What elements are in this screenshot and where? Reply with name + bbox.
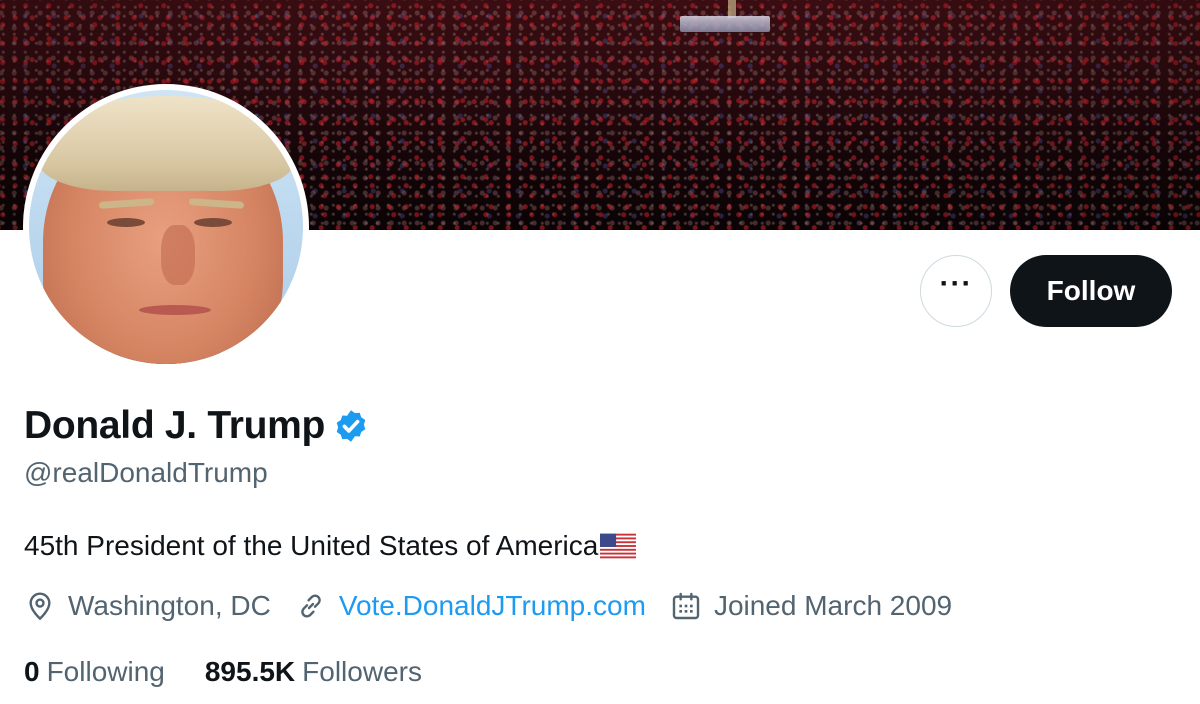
avatar-mouth bbox=[139, 305, 211, 315]
display-name: Donald J. Trump bbox=[24, 404, 326, 447]
avatar-eye bbox=[107, 218, 145, 227]
avatar-photo bbox=[29, 90, 303, 364]
profile-handle: @realDonaldTrump bbox=[24, 457, 268, 488]
bio-text: 45th President of the United States of A… bbox=[24, 530, 599, 561]
calendar-icon bbox=[672, 592, 700, 620]
avatar-eye bbox=[194, 218, 232, 227]
following-count: 0 bbox=[24, 656, 40, 687]
followers-stat[interactable]: 895.5K Followers bbox=[205, 656, 422, 688]
profile-meta: Washington, DC Vote.DonaldJTrump.com Joi… bbox=[24, 590, 976, 622]
location-item: Washington, DC bbox=[24, 590, 271, 622]
follow-stats: 0 Following 895.5K Followers bbox=[24, 656, 462, 688]
website-item[interactable]: Vote.DonaldJTrump.com bbox=[295, 590, 646, 622]
following-label: Following bbox=[46, 656, 165, 687]
avatar-hair bbox=[39, 96, 294, 191]
more-button[interactable]: ··· bbox=[920, 255, 992, 327]
following-stat[interactable]: 0 Following bbox=[24, 656, 165, 688]
location-pin-icon bbox=[29, 592, 51, 621]
display-name-row: Donald J. Trump bbox=[24, 404, 369, 448]
avatar-nose bbox=[161, 225, 195, 285]
joined-item: Joined March 2009 bbox=[670, 590, 952, 622]
verified-badge-icon[interactable] bbox=[333, 408, 369, 444]
location-text: Washington, DC bbox=[68, 590, 271, 621]
follow-button[interactable]: Follow bbox=[1010, 255, 1172, 327]
joined-text: Joined March 2009 bbox=[713, 590, 953, 621]
website-link[interactable]: Vote.DonaldJTrump.com bbox=[339, 590, 646, 622]
link-icon bbox=[301, 594, 321, 618]
us-flag-icon bbox=[600, 533, 637, 559]
more-icon: ··· bbox=[939, 267, 973, 300]
followers-count: 895.5K bbox=[204, 656, 296, 687]
profile-avatar[interactable] bbox=[23, 84, 309, 370]
followers-label: Followers bbox=[302, 656, 422, 687]
profile-bio: 45th President of the United States of A… bbox=[24, 530, 637, 562]
